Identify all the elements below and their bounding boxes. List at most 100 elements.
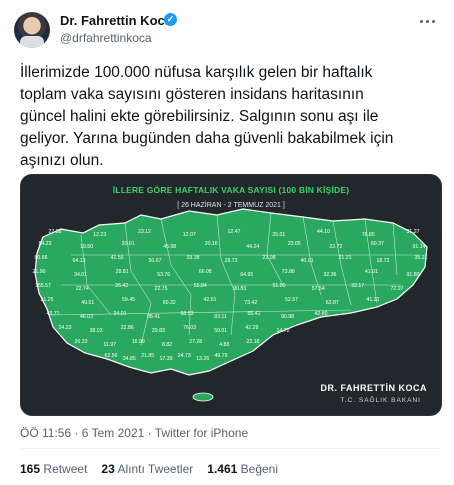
- province-value-label: 8.82: [162, 342, 172, 348]
- divider: [20, 448, 440, 449]
- province-value-label: 22.18: [247, 339, 260, 345]
- province-value-label: 23.05: [288, 241, 301, 247]
- map-signature: DR. FAHRETTİN KOCA: [320, 383, 427, 393]
- tweet-timestamp[interactable]: ÖÖ 11:56 · 6 Tem 2021 · Twitter for iPho…: [20, 426, 248, 440]
- province-value-label: 49.01: [81, 300, 94, 306]
- verified-badge-icon: ✓: [164, 13, 177, 26]
- province-value-label: 13.26: [196, 356, 209, 362]
- province-value-label: 50.67: [149, 258, 162, 264]
- province-value-label: 90.83: [233, 286, 246, 292]
- province-value-label: 40.01: [301, 258, 314, 264]
- province-value-label: 21.21: [339, 255, 352, 261]
- province-value-label: 41.01: [365, 269, 378, 275]
- province-value-label: 17.39: [160, 356, 173, 362]
- province-value-label: 91.14: [413, 244, 426, 250]
- province-value-label: 23.08: [263, 255, 276, 261]
- province-value-label: 52.57: [285, 297, 298, 303]
- province-value-label: 12.23: [93, 232, 106, 238]
- more-options-icon[interactable]: [416, 14, 438, 28]
- province-value-label: 23.12: [138, 229, 151, 235]
- province-value-label: 22.74: [76, 286, 89, 292]
- province-value-label: 42.61: [204, 297, 217, 303]
- province-value-label: 24.23: [59, 325, 72, 331]
- quote-label: Alıntı Tweetler: [117, 462, 194, 476]
- province-value-label: 34.85: [123, 356, 136, 362]
- province-value-label: 32.36: [323, 272, 336, 278]
- province-value-label: 73.88: [282, 269, 295, 275]
- province-value-label: 76.03: [183, 325, 196, 331]
- quote-stat[interactable]: 23 Alıntı Tweetler: [101, 462, 193, 476]
- province-value-label: 62.87: [326, 300, 339, 306]
- province-value-label: 45.98: [163, 244, 176, 250]
- cyprus-island: [192, 392, 214, 402]
- province-value-label: 34.01: [114, 311, 127, 317]
- like-stat[interactable]: 1.461 Beğeni: [207, 462, 278, 476]
- province-value-label: 72.97: [391, 286, 404, 292]
- like-label: Beğeni: [240, 462, 279, 476]
- province-value-label: 22.86: [121, 325, 134, 331]
- like-count: 1.461: [207, 462, 238, 476]
- retweet-count: 165: [20, 462, 41, 476]
- province-value-label: 21.85: [141, 353, 154, 359]
- province-value-label: 155.57: [35, 283, 51, 289]
- province-value-label: 49.79: [215, 353, 228, 359]
- province-value-label: 28.73: [225, 258, 238, 264]
- province-value-label: 28.81: [116, 269, 129, 275]
- province-value-label: 88.41: [147, 314, 160, 320]
- map-signature-subtitle: T.C. SAĞLIK BAKANI: [340, 397, 421, 404]
- province-value-label: 41.31: [367, 297, 380, 303]
- province-value-label: 66.08: [199, 269, 212, 275]
- province-value-label: 31.25: [41, 297, 54, 303]
- retweet-label: Retweet: [43, 462, 88, 476]
- quote-count: 23: [101, 462, 115, 476]
- province-value-label: 16.99: [132, 339, 145, 345]
- author-name[interactable]: Dr. Fahrettin Koca: [60, 13, 172, 28]
- tweet-media-image[interactable]: 27.38 12.23 23.12 12.07 12.47 35.01 44.10 76.85…: [20, 174, 442, 416]
- tweet-card: Dr. Fahrettin Koca ✓ @drfahrettinkoca İl…: [0, 0, 454, 485]
- tweet-text: İllerimizde 100.000 nüfusa karşılık gele…: [20, 64, 394, 169]
- province-value-label: 57.54: [312, 286, 325, 292]
- province-value-label: 38.03: [90, 328, 103, 334]
- province-value-label: 73.42: [244, 300, 257, 306]
- province-value-label: 27.38: [49, 229, 62, 235]
- avatar[interactable]: [14, 12, 50, 48]
- province-value-label: 22.72: [329, 244, 342, 250]
- province-value-label: 35.01: [272, 232, 285, 238]
- province-value-label: 34.01: [74, 272, 87, 278]
- province-value-label: 22.75: [155, 286, 168, 292]
- province-value-label: 32.17: [351, 283, 364, 289]
- province-value-label: 41.55: [111, 255, 124, 261]
- province-value-label: 42.29: [245, 325, 258, 331]
- map-title: İLLERE GÖRE HAFTALIK VAKA SAYISI (100 Bİ…: [112, 185, 350, 195]
- map-date-range: [ 26 HAZİRAN - 2 TEMMUZ 2021 ]: [177, 202, 285, 209]
- turkey-incidence-map: 27.38 12.23 23.12 12.07 12.47 35.01 44.10 76.85…: [33, 208, 428, 402]
- province-value-label: 26.42: [115, 283, 128, 289]
- province-value-label: 26.33: [75, 339, 88, 345]
- province-value-label: 64.13: [73, 258, 86, 264]
- province-value-label: 20.01: [122, 241, 135, 247]
- province-value-label: 53.76: [157, 272, 170, 278]
- province-value-label: 12.47: [228, 229, 241, 235]
- province-value-label: 31.27: [407, 229, 420, 235]
- province-value-label: 43.71: [47, 311, 60, 317]
- province-value-label: 42.80: [315, 311, 328, 317]
- province-value-label: 65.41: [248, 311, 261, 317]
- retweet-stat[interactable]: 165 Retweet: [20, 462, 87, 476]
- province-value-label: 60.37: [371, 241, 384, 247]
- province-value-label: 24.73: [178, 353, 191, 359]
- province-value-label: 90.98: [281, 314, 294, 320]
- province-value-label: 51.90: [273, 283, 286, 289]
- province-value-label: 59.01: [214, 328, 227, 334]
- province-value-label: 59.45: [122, 297, 135, 303]
- author-handle[interactable]: @drfahrettinkoca: [60, 31, 152, 45]
- province-value-label: 84.23: [39, 241, 52, 247]
- province-value-label: 80.66: [35, 255, 48, 261]
- province-value-label: 68.53: [181, 311, 194, 317]
- province-value-label: 18.72: [377, 258, 390, 264]
- province-value-label: 20.16: [205, 241, 218, 247]
- province-value-label: 11.97: [103, 342, 116, 348]
- province-value-label: 14.72: [277, 328, 290, 334]
- province-value-label: 21.90: [33, 269, 46, 275]
- province-value-label: 19.50: [80, 244, 93, 250]
- province-value-label: 76.85: [362, 232, 375, 238]
